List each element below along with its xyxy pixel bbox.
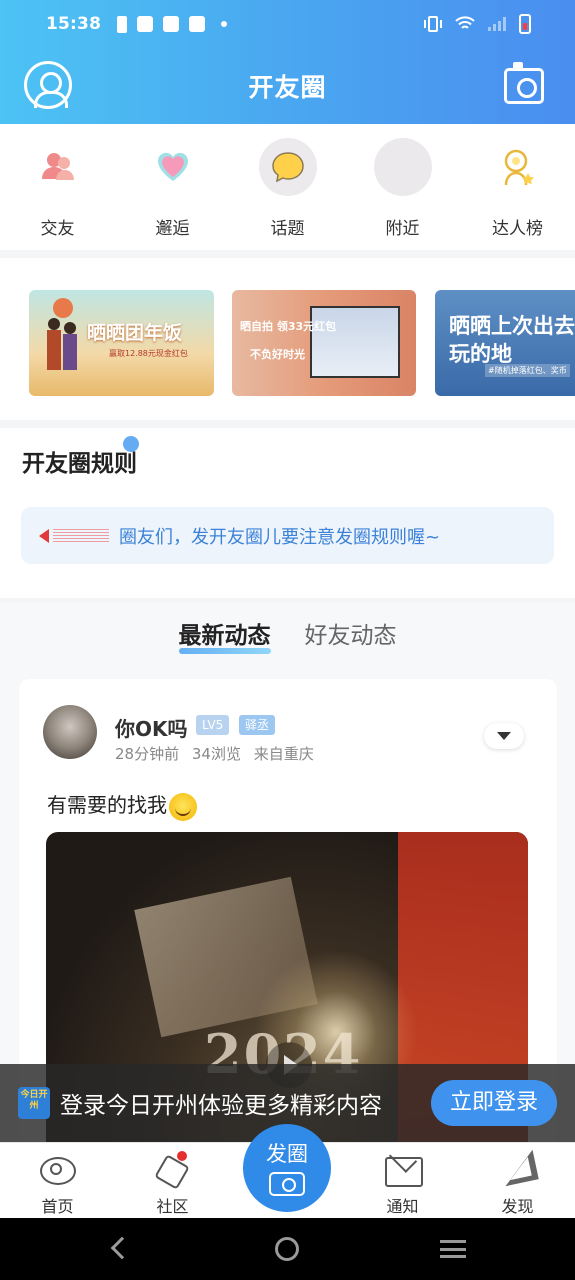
- tab-notifications[interactable]: 通知: [345, 1143, 460, 1219]
- tab-friends[interactable]: 好友动态: [305, 616, 397, 650]
- login-prompt-text: 登录今日开州体验更多精彩内容: [60, 1093, 382, 1119]
- shortcut-label: 达人榜: [492, 219, 543, 239]
- shortcut-encounter[interactable]: 邂逅: [115, 124, 230, 250]
- mail-notification-icon: [137, 16, 154, 32]
- smile-emoji-icon: [169, 792, 197, 821]
- friends-icon: [29, 138, 87, 196]
- mail-notification-icon: [163, 16, 180, 32]
- rules-section: 开友圈规则 圈友们，发开友圈儿要注意发圈规则喔~: [0, 428, 575, 598]
- mail-notification-icon: [189, 16, 206, 32]
- battery-icon: [519, 14, 531, 34]
- shortcut-label: 邂逅: [155, 219, 190, 239]
- wifi-icon: [455, 16, 475, 29]
- tab-community[interactable]: 社区: [115, 1143, 230, 1219]
- fab-label: 发圈: [266, 1142, 308, 1166]
- status-bar: 15:38: [0, 0, 575, 48]
- post-meta: 28分钟前 34浏览 来自重庆: [115, 743, 322, 764]
- shortcut-topic[interactable]: 话题: [230, 124, 345, 250]
- camera-icon[interactable]: [504, 62, 544, 104]
- app-screen: 15:38 开友圈 交友 邂逅 话题 附近 达人榜 晒晒团年饭 赢取12.88元…: [0, 0, 575, 1280]
- shortcut-friends[interactable]: 交友: [0, 124, 115, 250]
- post-views: 34浏览: [191, 745, 241, 763]
- shortcut-label: 话题: [270, 219, 305, 239]
- paper-plane-icon: [498, 1149, 538, 1189]
- shortcut-ranking[interactable]: 达人榜: [460, 124, 575, 250]
- post-text-content: 有需要的找我: [47, 793, 167, 817]
- signal-icon: [488, 17, 506, 31]
- tab-latest[interactable]: 最新动态: [178, 616, 271, 654]
- banner-title: 晒晒团年饭: [87, 322, 183, 344]
- app-logo-icon: 今日开州: [18, 1087, 50, 1119]
- back-icon[interactable]: [110, 1236, 134, 1260]
- post-moment-button[interactable]: 发圈: [243, 1124, 331, 1212]
- tab-label: 通知: [386, 1197, 419, 1216]
- more-notifications-icon: [221, 21, 228, 27]
- camera-icon: [269, 1172, 305, 1196]
- speaker-icon: [39, 526, 109, 546]
- rules-notice-text: 圈友们，发开友圈儿要注意发圈规则喔~: [119, 526, 441, 548]
- banner-title: 晒晒上次出去玩的地: [449, 314, 575, 366]
- menu-icon[interactable]: [440, 1240, 466, 1258]
- status-time: 15:38: [46, 14, 102, 34]
- page-title: 开友圈: [248, 73, 327, 102]
- banner-selfie[interactable]: 晒自拍 领33元红包 不负好时光: [232, 290, 416, 396]
- app-header: 15:38 开友圈: [0, 0, 575, 124]
- tab-label: 首页: [41, 1197, 74, 1216]
- section-divider: [0, 250, 575, 258]
- selfie-photo: [310, 306, 400, 378]
- banner-subtitle: #随机掉落红包、奖币: [485, 364, 570, 377]
- nearby-icon: [373, 138, 432, 196]
- sim-icon: [117, 15, 128, 33]
- system-navigation-bar: [0, 1218, 575, 1280]
- home-icon[interactable]: [275, 1237, 299, 1261]
- role-badge: 驿丞: [239, 715, 276, 735]
- banner-new-year-dinner[interactable]: 晒晒团年饭 赢取12.88元现金红包: [29, 290, 214, 396]
- banner-travel[interactable]: 晒晒上次出去玩的地 #随机掉落红包、奖币: [435, 290, 575, 396]
- ranking-badge-icon: [489, 138, 547, 196]
- shortcut-row: 交友 邂逅 话题 附近 达人榜: [0, 124, 575, 250]
- post-location: 来自重庆: [253, 745, 314, 763]
- banner-subtitle: 赢取12.88元现金红包: [109, 349, 188, 358]
- notification-icons: [117, 15, 228, 33]
- topic-bubble-icon: [258, 138, 317, 196]
- banner-subtitle: 不负好时光: [250, 348, 305, 361]
- level-badge: LV5: [196, 715, 230, 735]
- system-icons: [423, 14, 531, 34]
- rules-notice[interactable]: 圈友们，发开友圈儿要注意发圈规则喔~: [21, 507, 554, 564]
- shortcut-label: 附近: [385, 219, 420, 239]
- mail-icon: [383, 1149, 423, 1189]
- rules-title: 开友圈规则: [22, 436, 139, 478]
- hexagon-icon: [153, 1149, 193, 1189]
- banner-carousel: 晒晒团年饭 赢取12.88元现金红包 晒自拍 领33元红包 不负好时光 晒晒上次…: [0, 258, 575, 420]
- shortcut-label: 交友: [40, 219, 75, 239]
- section-divider: [0, 420, 575, 428]
- login-button[interactable]: 立即登录: [431, 1080, 557, 1126]
- post-text: 有需要的找我: [47, 789, 197, 821]
- banner-title: 晒自拍 领33元红包: [240, 320, 337, 333]
- feed-tabs: 最新动态 好友动态: [0, 602, 575, 664]
- eye-icon: [38, 1149, 78, 1189]
- tab-label: 发现: [501, 1197, 534, 1216]
- tab-home[interactable]: 首页: [0, 1143, 115, 1219]
- heart-icon: [144, 138, 202, 196]
- tab-label: 社区: [156, 1197, 189, 1216]
- tab-discover[interactable]: 发现: [460, 1143, 575, 1219]
- post-time: 28分钟前: [115, 745, 180, 763]
- vibrate-icon: [424, 16, 442, 32]
- post-more-button[interactable]: [484, 723, 524, 749]
- post-username[interactable]: 你OK吗: [115, 713, 188, 742]
- shortcut-nearby[interactable]: 附近: [345, 124, 460, 250]
- family-illustration: [47, 298, 77, 370]
- avatar[interactable]: [43, 705, 97, 759]
